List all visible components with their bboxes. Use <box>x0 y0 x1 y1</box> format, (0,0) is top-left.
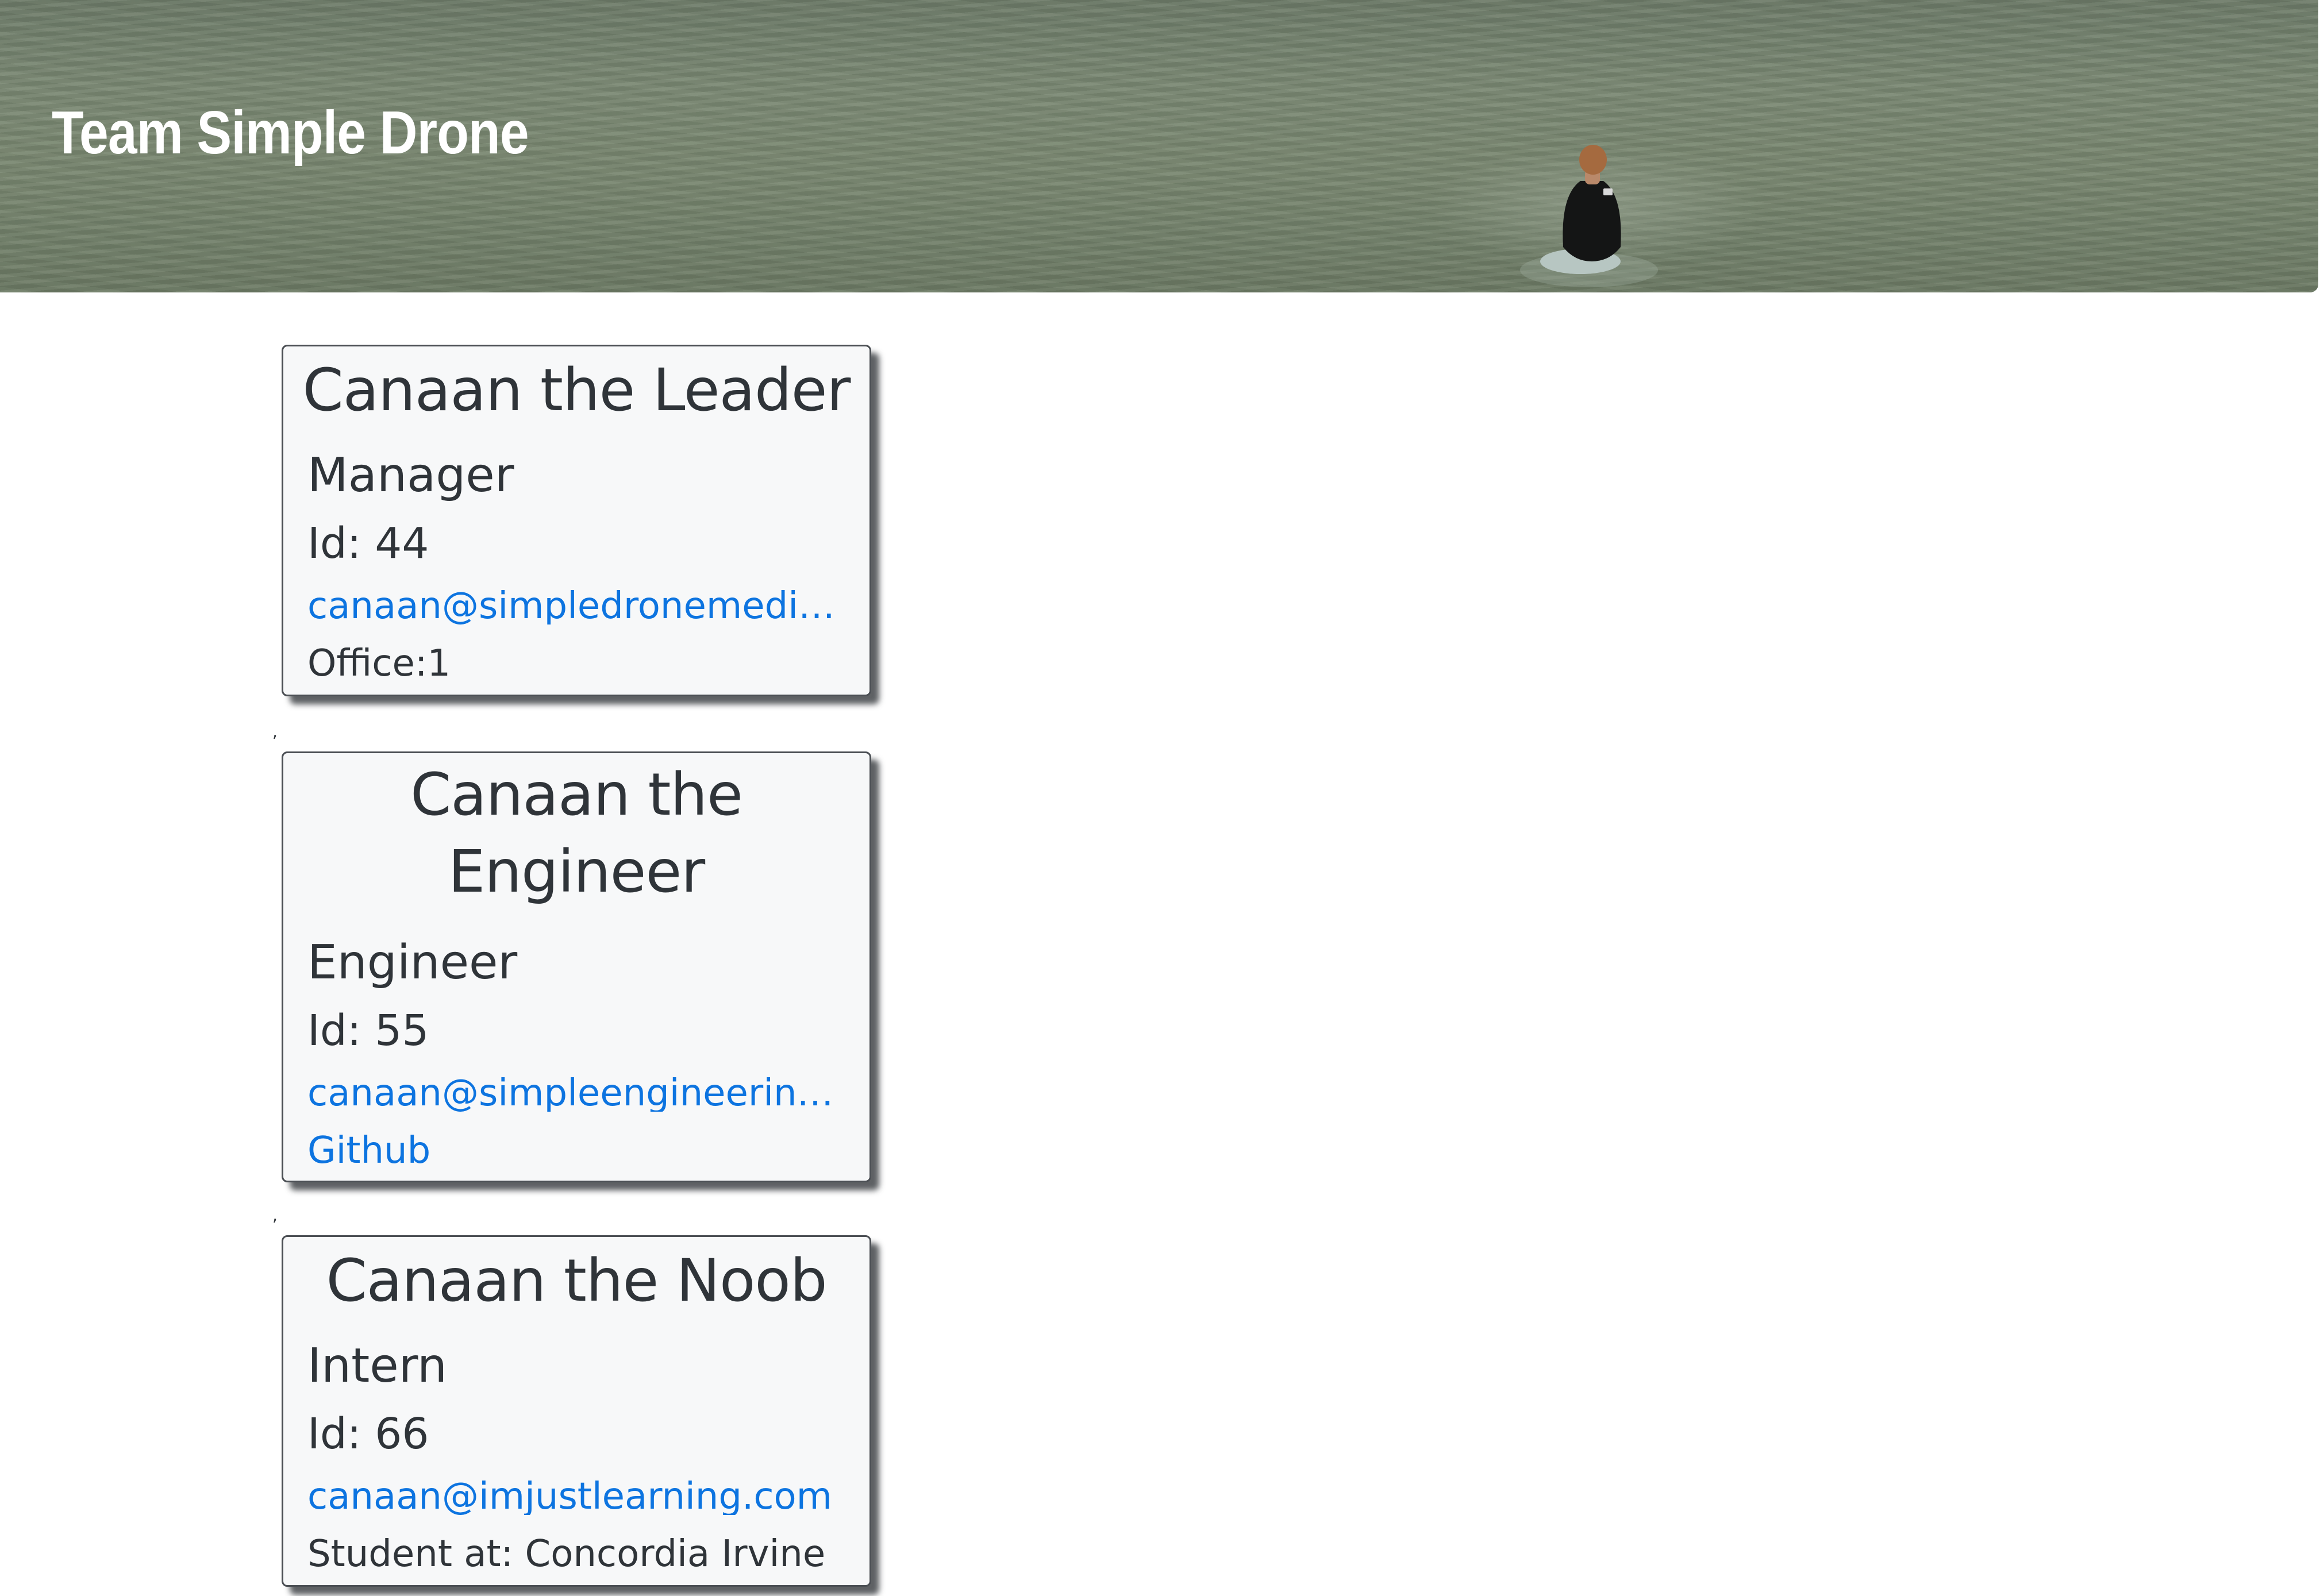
card-email-link[interactable]: canaan@simpleengineering.com <box>307 1075 836 1112</box>
card-id: Id: 44 <box>307 519 429 568</box>
card-name: Canaan the Engineer <box>410 761 743 906</box>
separator: , <box>272 722 278 741</box>
page-title: Team Simple Drone <box>52 99 529 167</box>
card-github-link[interactable]: Github <box>307 1132 430 1169</box>
team-card-manager: Canaan the Leader Manager Id: 44 canaan@… <box>282 345 871 696</box>
card-email-link[interactable]: canaan@imjustlearning.com <box>307 1478 836 1515</box>
card-role: Intern <box>307 1339 447 1393</box>
card-id: Id: 55 <box>307 1006 429 1055</box>
card-role: Engineer <box>307 935 518 990</box>
header-banner: Team Simple Drone <box>0 0 2318 292</box>
card-office-number: Office:1 <box>307 642 451 685</box>
surfer-image <box>1520 145 1658 287</box>
team-card-intern: Canaan the Noob Intern Id: 66 canaan@imj… <box>282 1235 871 1587</box>
card-role: Manager <box>307 448 514 503</box>
card-school: Student at: Concordia Irvine <box>307 1533 826 1575</box>
separator: , <box>272 1206 278 1225</box>
card-id: Id: 66 <box>307 1409 429 1459</box>
card-name: Canaan the Leader <box>302 356 851 425</box>
card-email-link[interactable]: canaan@simpledronemedia.com <box>307 588 836 624</box>
card-name: Canaan the Noob <box>326 1247 827 1315</box>
team-card-engineer: Canaan the Engineer Engineer Id: 55 cana… <box>282 751 871 1182</box>
